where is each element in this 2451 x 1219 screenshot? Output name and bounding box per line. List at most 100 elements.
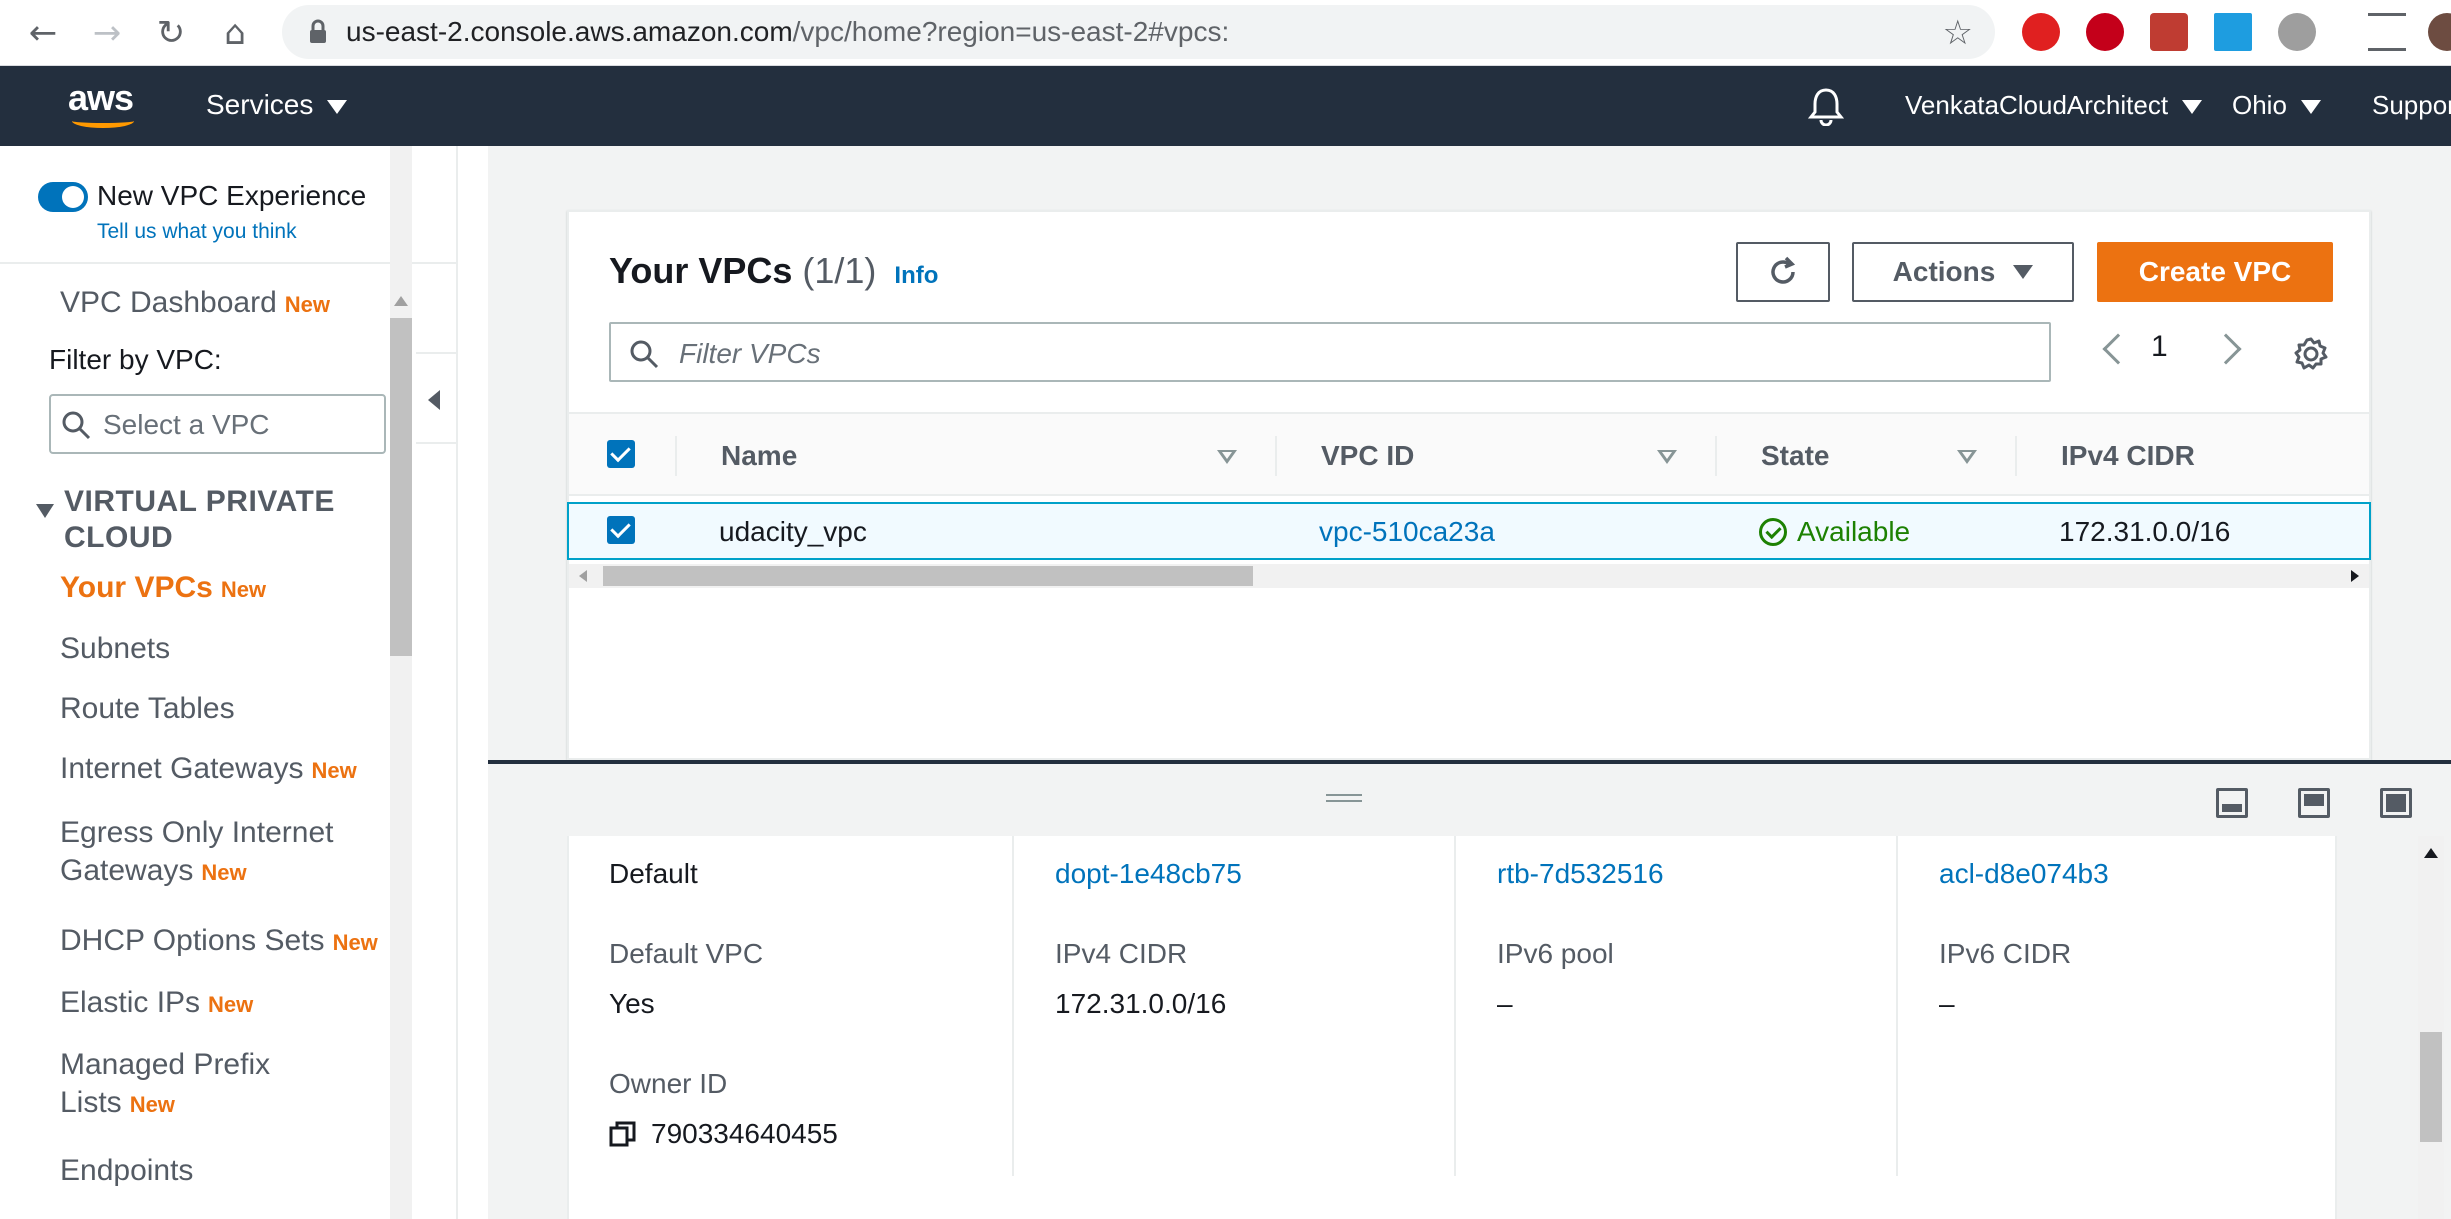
chevron-down-icon: [2300, 100, 2321, 115]
gear-icon[interactable]: [2293, 336, 2329, 372]
region-menu[interactable]: Ohio: [2232, 88, 2321, 122]
sidebar-item-endpoints[interactable]: Endpoints: [60, 1152, 193, 1190]
chevron-down-icon: [327, 99, 348, 114]
scroll-left-icon[interactable]: [579, 570, 587, 582]
column-state[interactable]: State: [1761, 440, 1829, 472]
sidebar-item-your-vpcs[interactable]: Your VPCs New: [60, 569, 266, 609]
select-all-checkbox[interactable]: [607, 440, 635, 468]
layout-bottom-icon[interactable]: [2216, 788, 2248, 818]
dhcp-options-link[interactable]: dopt-1e48cb75: [1055, 858, 1242, 890]
default-vpc-value: Yes: [609, 988, 655, 1019]
sidebar: New VPC Experience Tell us what you thin…: [0, 146, 458, 1219]
check-circle-icon: [1759, 518, 1787, 546]
sidebar-item-elastic-ips[interactable]: Elastic IPs New: [60, 984, 253, 1024]
tenancy-value: Default: [609, 858, 698, 889]
ipv6-cidr-value: –: [1939, 988, 1955, 1019]
previous-page-icon[interactable]: [2102, 333, 2134, 365]
search-icon: [62, 411, 91, 440]
collapse-sidebar-button[interactable]: [416, 352, 458, 444]
browser-toolbar: ← → ↻ ⌂ us-east-2.console.aws.amazon.com…: [0, 0, 2451, 66]
ipv6-pool-value: –: [1497, 988, 1513, 1019]
create-vpc-button[interactable]: Create VPC: [2097, 242, 2333, 302]
ipv4-cidr-label: IPv4 CIDR: [1055, 938, 1188, 969]
actions-button[interactable]: Actions: [1852, 242, 2074, 302]
filter-by-vpc-label: Filter by VPC:: [49, 344, 222, 375]
profile-avatar-icon[interactable]: [2428, 13, 2451, 51]
default-vpc-label: Default VPC: [609, 938, 764, 969]
column-ipv4-cidr[interactable]: IPv4 CIDR: [2061, 440, 2195, 472]
layout-full-icon[interactable]: [2380, 788, 2412, 818]
sort-icon[interactable]: [1657, 450, 1677, 464]
column-name[interactable]: Name: [721, 440, 797, 472]
scroll-up-icon[interactable]: [2424, 848, 2438, 858]
media-queue-icon[interactable]: [2368, 13, 2406, 51]
refresh-button[interactable]: [1736, 242, 1830, 302]
sort-icon[interactable]: [1217, 450, 1237, 464]
video-extension-icon[interactable]: [2086, 13, 2124, 51]
search-icon: [630, 340, 659, 369]
vpcs-panel: Your VPCs (1/1) Info Actions Create VPC F…: [567, 210, 2371, 760]
sidebar-item-managed-prefix-lists[interactable]: Managed Prefix Lists New: [60, 1046, 270, 1124]
ipv6-cidr-label: IPv6 CIDR: [1939, 938, 2072, 969]
new-experience-toggle[interactable]: [38, 182, 88, 212]
sidebar-item-subnets[interactable]: Subnets: [60, 630, 170, 668]
sidebar-item-internet-gateways[interactable]: Internet Gateways New: [60, 750, 357, 790]
reload-icon[interactable]: ↻: [146, 8, 196, 58]
owner-id-value: 790334640455: [651, 1118, 838, 1149]
sort-icon[interactable]: [1957, 450, 1977, 464]
lock-icon: [310, 19, 326, 43]
aws-top-nav: aws Services VenkataCloudArchitect Ohio …: [0, 66, 2451, 146]
vpc-select-input[interactable]: Select a VPC: [49, 394, 386, 454]
vpc-cidr: 172.31.0.0/16: [2059, 516, 2231, 547]
address-bar[interactable]: us-east-2.console.aws.amazon.com/vpc/hom…: [282, 5, 1995, 59]
new-experience-label: New VPC Experience: [97, 180, 367, 211]
adblock-extension-icon[interactable]: [2022, 13, 2060, 51]
feedback-link[interactable]: Tell us what you think: [97, 220, 297, 244]
next-page-icon[interactable]: [2210, 333, 2242, 365]
ipv6-pool-label: IPv6 pool: [1497, 938, 1614, 969]
support-menu[interactable]: Support: [2372, 88, 2451, 122]
bell-icon[interactable]: [1808, 86, 1844, 126]
back-icon[interactable]: ←: [18, 8, 68, 58]
caret-down-icon[interactable]: [36, 504, 54, 518]
details-toolbar: [488, 764, 2451, 836]
table-horizontal-scrollbar[interactable]: [569, 564, 2369, 588]
sidebar-item-route-tables[interactable]: Route Tables: [60, 690, 235, 728]
copy-icon[interactable]: [609, 1120, 637, 1148]
sidebar-scrollbar[interactable]: [390, 146, 412, 1219]
filter-vpcs-input[interactable]: Filter VPCs: [609, 322, 2051, 382]
scroll-right-icon[interactable]: [2351, 570, 2359, 582]
layout-split-icon[interactable]: [2298, 788, 2330, 818]
section-virtual-private-cloud[interactable]: VIRTUAL PRIVATE CLOUD: [64, 484, 412, 556]
network-acl-link[interactable]: acl-d8e074b3: [1939, 858, 2109, 890]
details-scrollbar[interactable]: [2418, 836, 2444, 1219]
aws-logo[interactable]: aws: [68, 80, 140, 130]
page-title: Your VPCs (1/1) Info: [609, 250, 939, 291]
home-icon[interactable]: ⌂: [210, 8, 260, 58]
bookmark-star-icon[interactable]: ☆: [1943, 13, 1973, 53]
scroll-up-icon[interactable]: [394, 296, 408, 306]
windows-extension-icon[interactable]: [2214, 13, 2252, 51]
table-row[interactable]: udacity_vpc vpc-510ca23a Available 172.3…: [567, 502, 2371, 560]
url-text: us-east-2.console.aws.amazon.com/vpc/hom…: [346, 16, 1230, 47]
owner-id-label: Owner ID: [609, 1068, 728, 1099]
sidebar-item-vpc-dashboard[interactable]: VPC Dashboard New: [60, 284, 330, 324]
sidebar-item-egress-only-gateways[interactable]: Egress Only Internet Gateways New: [60, 814, 333, 892]
services-menu[interactable]: Services: [206, 88, 348, 122]
account-menu[interactable]: VenkataCloudArchitect: [1905, 88, 2203, 122]
vpc-id-link[interactable]: vpc-510ca23a: [1319, 516, 1495, 548]
row-checkbox[interactable]: [607, 516, 635, 544]
status-badge: Available: [1759, 516, 1910, 548]
info-link[interactable]: Info: [894, 262, 938, 289]
sidebar-item-dhcp-options[interactable]: DHCP Options Sets New: [60, 922, 378, 962]
sidebar-nav: VPC Dashboard New Filter by VPC: Select a…: [0, 264, 412, 1219]
vpc-details-panel: Default dopt-1e48cb75 rtb-7d532516 acl-d…: [567, 836, 2337, 1219]
pdf-extension-icon[interactable]: [2150, 13, 2188, 51]
circle-extension-icon[interactable]: [2278, 13, 2316, 51]
refresh-icon: [1771, 256, 1796, 284]
page-number[interactable]: 1: [2151, 330, 2168, 364]
drag-handle-icon[interactable]: [1326, 794, 1362, 802]
column-vpc-id[interactable]: VPC ID: [1321, 440, 1414, 472]
route-table-link[interactable]: rtb-7d532516: [1497, 858, 1664, 890]
forward-icon[interactable]: →: [82, 8, 132, 58]
